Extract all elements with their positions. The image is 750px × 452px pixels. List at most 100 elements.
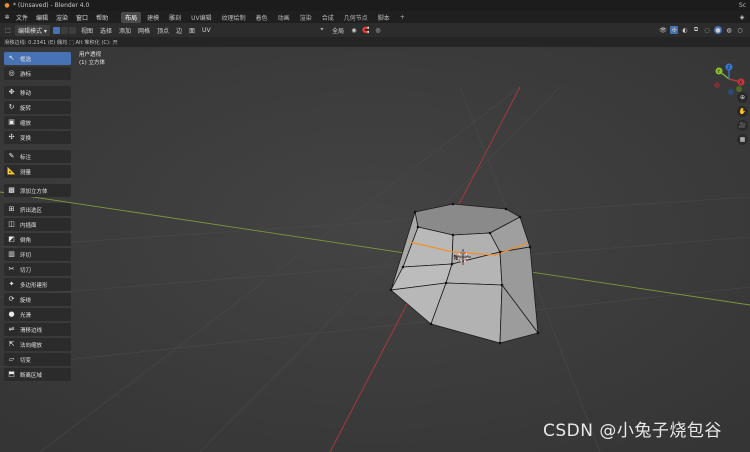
- tool-cursor[interactable]: ◎ 游标: [4, 67, 71, 80]
- blender-logo-icon: ●: [4, 2, 10, 9]
- edge-select-button[interactable]: [60, 26, 68, 34]
- shrink-fatten-icon: ⇱: [8, 340, 15, 348]
- perspective-toggle-icon[interactable]: ▦: [737, 134, 748, 145]
- gizmo-y-label: Y: [716, 69, 720, 75]
- tool-scale[interactable]: ▣ 缩放: [4, 116, 71, 129]
- tool-label: 多边形建形: [20, 282, 48, 289]
- viewport-info: 用户透视 (1) 立方体: [79, 51, 105, 67]
- tool-label: 缩放: [20, 120, 32, 127]
- blender-menu-icon[interactable]: ✲: [3, 13, 11, 21]
- proportional-edit-icon[interactable]: ◎: [374, 26, 382, 34]
- tool-shrink-fatten[interactable]: ⇱ 法向缩放: [4, 338, 71, 351]
- vertex-select-button[interactable]: [52, 26, 60, 34]
- tool-transform[interactable]: ✣ 变换: [4, 131, 71, 144]
- spin-icon: ⟳: [8, 295, 15, 303]
- tool-label: 挤出选区: [20, 207, 43, 214]
- gizmo-toggle-icon[interactable]: ✣: [670, 26, 678, 34]
- header-menu-select[interactable]: 选择: [98, 26, 114, 35]
- tool-knife[interactable]: ✂ 切刀: [4, 263, 71, 276]
- rip-region-icon: ⬒: [8, 370, 15, 378]
- tool-annotate[interactable]: ✎ 标注: [4, 150, 71, 163]
- face-select-button[interactable]: [68, 26, 76, 34]
- menu-window[interactable]: 窗口: [73, 13, 91, 22]
- tool-edge-slide[interactable]: ⇌ 滑移边线: [4, 323, 71, 336]
- operator-status-bar: 滑移边线: 0.2341 (E) 偶均 ⬚ Alt 堆积化 (C): 开: [0, 37, 750, 47]
- camera-view-icon[interactable]: 🎥: [737, 120, 748, 131]
- tool-move[interactable]: ✥ 移动: [4, 86, 71, 99]
- scale-icon: ▣: [8, 118, 15, 126]
- tab-rendering[interactable]: 渲染: [296, 12, 316, 23]
- tool-label: 断离区域: [20, 372, 43, 379]
- tab-animation[interactable]: 动画: [274, 12, 294, 23]
- cursor-icon: ◎: [8, 69, 15, 77]
- tool-spin[interactable]: ⟳ 旋绕: [4, 293, 71, 306]
- editor-type-icon[interactable]: ⬚: [4, 26, 12, 34]
- tool-label: 法向缩放: [20, 342, 43, 349]
- tool-label: 环切: [20, 252, 32, 259]
- tool-shear[interactable]: ▱ 切变: [4, 353, 71, 366]
- menu-file[interactable]: 文件: [13, 13, 31, 22]
- viewport-scene: ⇅: [0, 47, 750, 452]
- operator-status-text: 滑移边线: 0.2341 (E) 偶均 ⬚ Alt 堆积化 (C): 开: [4, 39, 118, 46]
- shading-wireframe-icon[interactable]: ◌: [703, 26, 711, 34]
- add-workspace-button[interactable]: +: [396, 13, 409, 22]
- snap-icon[interactable]: 🧲: [362, 26, 370, 34]
- tool-bevel[interactable]: ◩ 倒角: [4, 233, 71, 246]
- header-menu-view[interactable]: 视图: [79, 26, 95, 35]
- shading-material-icon[interactable]: ◍: [725, 26, 733, 34]
- tool-rotate[interactable]: ↻ 旋转: [4, 101, 71, 114]
- tool-label: 内插面: [20, 222, 37, 229]
- overlay-toggle-icon[interactable]: ◐: [681, 26, 689, 34]
- tool-measure[interactable]: 📐 测量: [4, 165, 71, 178]
- tool-label: 移动: [20, 90, 32, 97]
- gizmo-neg-z-handle[interactable]: [728, 89, 734, 95]
- tab-geometry-nodes[interactable]: 几何节点: [340, 12, 372, 23]
- tool-label: 游标: [20, 71, 32, 78]
- tool-poly-build[interactable]: ✦ 多边形建形: [4, 278, 71, 291]
- tool-label: 框选: [20, 56, 32, 63]
- tab-shading[interactable]: 着色: [252, 12, 272, 23]
- header-menu-face[interactable]: 面: [187, 26, 197, 35]
- annotate-icon: ✎: [8, 152, 15, 160]
- tab-layout[interactable]: 布局: [121, 11, 142, 23]
- visibility-icon[interactable]: 👁: [659, 26, 667, 34]
- header-menu-uv[interactable]: UV: [200, 27, 213, 34]
- shading-rendered-icon[interactable]: ○: [736, 26, 744, 34]
- transform-orientation-dropdown[interactable]: 全局: [330, 26, 346, 35]
- header-menu-mesh[interactable]: 网格: [136, 26, 152, 35]
- pan-hand-icon[interactable]: ✋: [737, 106, 748, 117]
- tab-texture-paint[interactable]: 纹理绘制: [218, 12, 250, 23]
- gizmo-neg-x-handle[interactable]: [714, 82, 720, 88]
- tool-rip-region[interactable]: ⬒ 断离区域: [4, 368, 71, 381]
- extrude-icon: ⊞: [8, 205, 15, 213]
- zoom-icon[interactable]: ⊕: [737, 92, 748, 103]
- window-right-label: Sc: [738, 2, 746, 9]
- header-menu-vertex[interactable]: 顶点: [155, 26, 171, 35]
- tab-uv-editing[interactable]: UV编辑: [187, 12, 216, 23]
- tab-scripting[interactable]: 脚本: [374, 12, 394, 23]
- header-menu-add[interactable]: 添加: [117, 26, 133, 35]
- tab-modeling[interactable]: 建模: [143, 12, 163, 23]
- move-icon: ✥: [8, 88, 15, 96]
- tab-compositing[interactable]: 合成: [318, 12, 338, 23]
- xray-toggle-icon[interactable]: ⧉: [692, 26, 700, 34]
- tool-add-cube[interactable]: ▩ 添加立方体: [4, 184, 71, 197]
- mode-dropdown[interactable]: 编辑模式 ▾: [15, 24, 50, 36]
- menu-edit[interactable]: 编辑: [33, 13, 51, 22]
- tool-smooth[interactable]: ● 光滑: [4, 308, 71, 321]
- pivot-icon[interactable]: ◉: [350, 26, 358, 34]
- gizmo-z-label: Z: [727, 65, 730, 71]
- window-title: * (Unsaved) - Blender 4.0: [13, 2, 90, 9]
- tool-inset[interactable]: ◫ 内插面: [4, 218, 71, 231]
- header-menu-edge[interactable]: 边: [174, 26, 184, 35]
- tool-select-box[interactable]: ↖ 框选: [4, 52, 71, 65]
- menu-render[interactable]: 渲染: [53, 13, 71, 22]
- scene-icon[interactable]: ◈: [738, 13, 746, 21]
- tab-sculpting[interactable]: 雕刻: [165, 12, 185, 23]
- menu-help[interactable]: 帮助: [93, 13, 111, 22]
- tool-loop-cut[interactable]: ▥ 环切: [4, 248, 71, 261]
- shading-solid-icon[interactable]: ●: [714, 26, 722, 34]
- 3d-viewport[interactable]: ⇅ 用户透视 (1) 立方体 ↖ 框选 ◎ 游标 ✥ 移动 ↻ 旋转 ▣ 缩放 ✣ 变换 ✎…: [0, 47, 750, 452]
- transform-arrows-icon: ⇅: [453, 254, 459, 262]
- tool-extrude[interactable]: ⊞ 挤出选区: [4, 203, 71, 216]
